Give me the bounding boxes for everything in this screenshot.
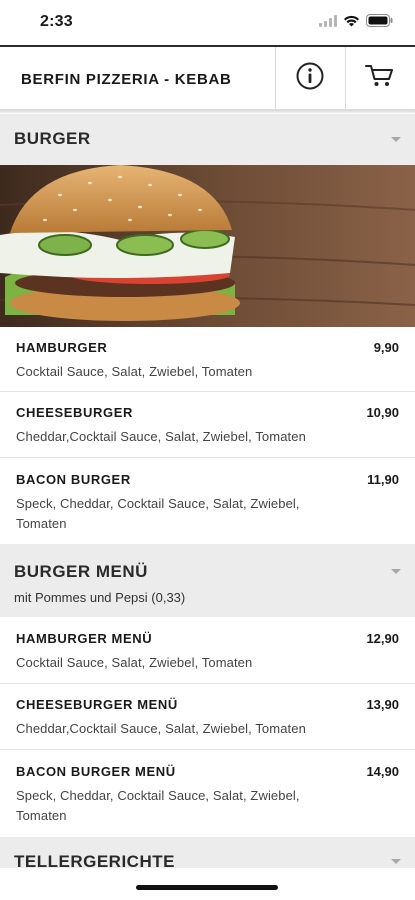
item-description: Cocktail Sauce, Salat, Zwiebel, Tomaten — [16, 655, 253, 670]
home-indicator-area — [0, 868, 415, 900]
chevron-down-icon — [391, 569, 401, 574]
item-price: 13,90 — [366, 697, 399, 712]
restaurant-title: BERFIN PIZZERIA - KEBAB — [21, 71, 232, 88]
section-header-burger-menu[interactable]: BURGER MENÜ mit Pommes und Pepsi (0,33) — [0, 544, 415, 617]
status-bar: 2:33 — [0, 0, 415, 44]
home-indicator[interactable] — [136, 885, 278, 890]
chevron-down-icon — [391, 137, 401, 142]
battery-icon — [366, 14, 393, 32]
status-time: 2:33 — [40, 13, 73, 30]
info-button[interactable] — [276, 47, 344, 109]
item-price: 10,90 — [366, 405, 399, 420]
item-name: CHEESEBURGER MENÜ — [16, 697, 178, 712]
cart-icon — [365, 63, 395, 94]
item-price: 9,90 — [373, 340, 399, 355]
menu-item[interactable]: BACON BURGER 11,90 Speck, Cheddar, Cockt… — [0, 458, 415, 544]
item-description: Cheddar,Cocktail Sauce, Salat, Zwiebel, … — [16, 429, 306, 444]
menu-item[interactable]: HAMBURGER MENÜ 12,90 Cocktail Sauce, Sal… — [0, 617, 415, 684]
section-subtitle: mit Pommes und Pepsi (0,33) — [14, 590, 186, 605]
cart-button[interactable] — [346, 47, 414, 109]
burger-image — [0, 165, 415, 327]
item-description: Speck, Cheddar, Cocktail Sauce, Salat, Z… — [16, 496, 300, 531]
section-header-burger[interactable]: BURGER — [0, 114, 415, 165]
menu-item[interactable]: HAMBURGER 9,90 Cocktail Sauce, Salat, Zw… — [0, 327, 415, 392]
status-icons — [319, 14, 393, 32]
item-description: Cheddar,Cocktail Sauce, Salat, Zwiebel, … — [16, 721, 306, 736]
menu-item[interactable]: CHEESEBURGER MENÜ 13,90 Cheddar,Cocktail… — [0, 684, 415, 750]
item-price: 12,90 — [366, 631, 399, 646]
signal-icon — [319, 14, 337, 32]
item-name: HAMBURGER MENÜ — [16, 631, 153, 646]
item-name: BACON BURGER — [16, 472, 131, 487]
app-header: BERFIN PIZZERIA - KEBAB — [0, 45, 415, 110]
wifi-icon — [343, 14, 360, 32]
menu-item[interactable]: CHEESEBURGER 10,90 Cheddar,Cocktail Sauc… — [0, 392, 415, 458]
info-icon — [295, 61, 325, 96]
section-title: BURGER — [14, 129, 91, 148]
chevron-down-icon — [391, 859, 401, 864]
item-description: Cocktail Sauce, Salat, Zwiebel, Tomaten — [16, 364, 253, 379]
item-price: 11,90 — [367, 472, 399, 487]
item-description: Speck, Cheddar, Cocktail Sauce, Salat, Z… — [16, 788, 300, 823]
item-name: BACON BURGER MENÜ — [16, 764, 176, 779]
item-name: CHEESEBURGER — [16, 405, 133, 420]
section-title: BURGER MENÜ — [14, 562, 148, 581]
item-name: HAMBURGER — [16, 340, 108, 355]
item-price: 14,90 — [366, 764, 399, 779]
menu-item[interactable]: BACON BURGER MENÜ 14,90 Speck, Cheddar, … — [0, 750, 415, 837]
